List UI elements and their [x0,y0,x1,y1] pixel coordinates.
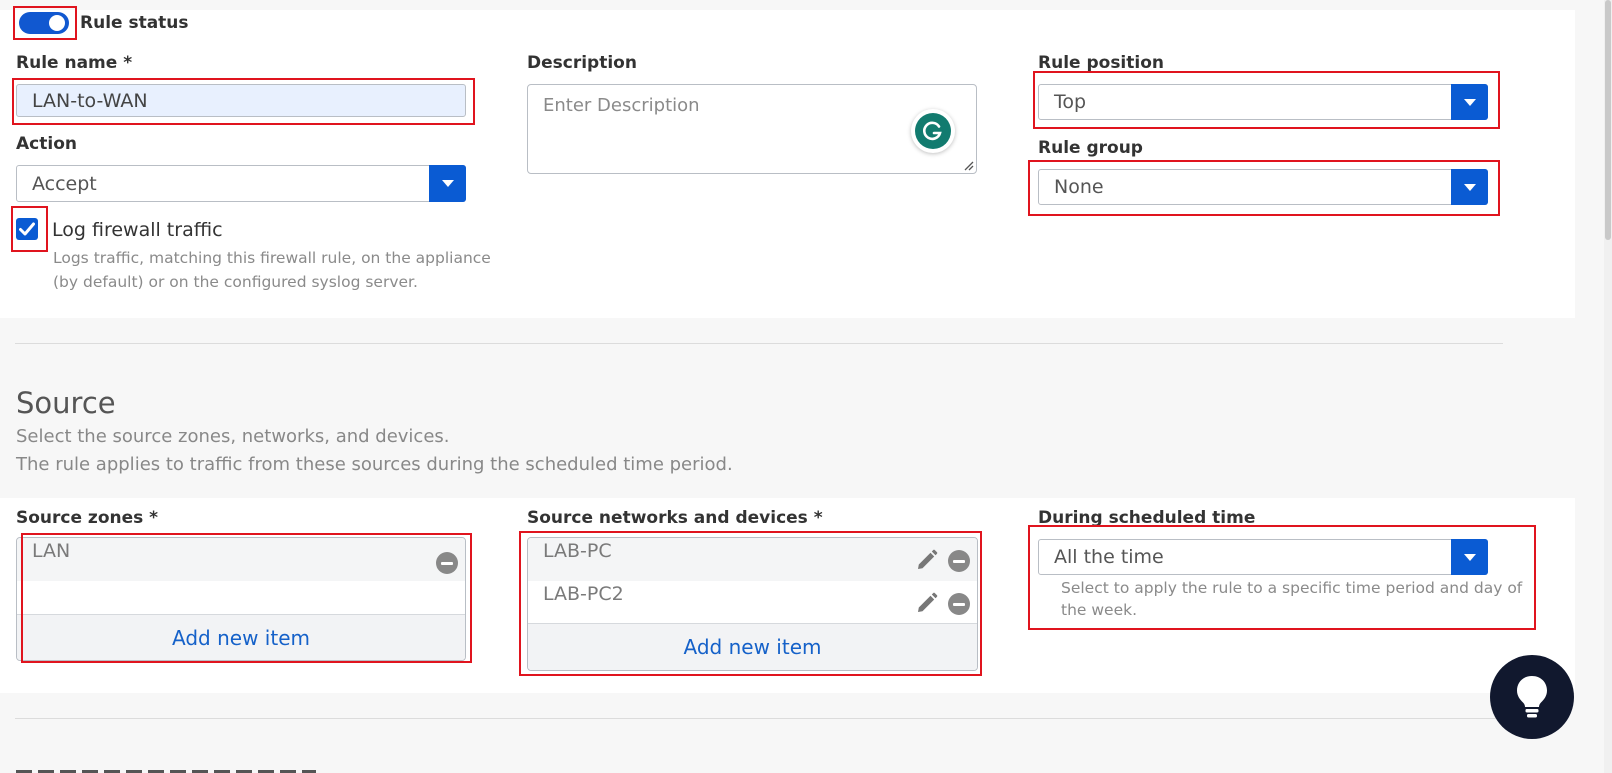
edit-icon[interactable] [915,591,939,615]
rule-group-dropdown-button[interactable] [1451,169,1488,205]
remove-icon[interactable] [948,550,970,572]
action-value: Accept [32,172,97,195]
rule-name-label: Rule name * [16,53,133,73]
source-zones-list: LAN Add new item [16,537,466,661]
rule-group-select[interactable]: None [1038,169,1488,205]
chevron-down-icon [1463,553,1476,561]
resize-handle-icon[interactable] [962,159,974,171]
chevron-down-icon [1463,98,1476,106]
description-label: Description [527,53,637,73]
source-zone-name: LAN [32,540,71,562]
remove-icon[interactable] [436,552,458,574]
log-traffic-help-line2: (by default) or on the configured syslog… [53,273,418,291]
rule-group-value: None [1054,176,1104,198]
action-select[interactable]: Accept [16,165,466,202]
section-divider [15,718,1503,719]
list-item: LAB-PC [528,538,977,581]
schedule-select[interactable]: All the time [1038,539,1488,575]
rule-position-dropdown-button[interactable] [1451,84,1488,120]
log-traffic-help-line1: Logs traffic, matching this firewall rul… [53,249,491,267]
add-zone-button[interactable]: Add new item [17,614,465,660]
rule-status-toggle[interactable] [19,12,69,34]
log-traffic-checkbox[interactable] [16,218,38,240]
add-network-button[interactable]: Add new item [528,623,977,670]
source-zones-label: Source zones * [16,508,159,528]
rule-group-label: Rule group [1038,138,1143,158]
edit-icon[interactable] [915,548,939,572]
grammarly-icon[interactable] [911,109,955,153]
log-traffic-label: Log firewall traffic [52,219,223,241]
schedule-help-line1: Select to apply the rule to a specific t… [1061,579,1523,597]
rule-position-select[interactable]: Top [1038,84,1488,120]
remove-icon[interactable] [948,593,970,615]
rule-name-input[interactable]: LAN-to-WAN [16,84,466,117]
toggle-knob [49,15,65,31]
source-networks-label: Source networks and devices * [527,508,823,528]
source-network-name: LAB-PC2 [543,583,624,605]
scrollbar-thumb[interactable] [1605,0,1611,240]
action-dropdown-button[interactable] [429,165,466,202]
chevron-down-icon [441,180,454,187]
checkmark-icon [19,222,35,236]
page-scrollbar[interactable] [1604,0,1612,773]
description-textarea[interactable]: Enter Description [527,84,977,174]
section-divider [15,343,1503,344]
source-section-desc-line1: Select the source zones, networks, and d… [16,426,450,447]
description-placeholder: Enter Description [543,95,700,116]
source-network-name: LAB-PC [543,540,612,562]
tips-lightbulb-button[interactable] [1490,655,1574,739]
rule-position-label: Rule position [1038,53,1164,73]
schedule-value: All the time [1054,546,1164,568]
action-label: Action [16,134,77,154]
lightbulb-icon [1517,676,1547,718]
schedule-label: During scheduled time [1038,508,1256,528]
source-section-desc-line2: The rule applies to traffic from these s… [16,454,733,475]
schedule-dropdown-button[interactable] [1451,539,1488,575]
rule-status-label: Rule status [80,13,189,33]
chevron-down-icon [1463,183,1476,191]
schedule-help-line2: the week. [1061,601,1138,619]
list-item: LAN [17,538,465,581]
source-section-title: Source [16,386,116,420]
next-section-title-partial [16,762,316,773]
source-networks-list: LAB-PC LAB-PC2 Add new item [527,537,978,671]
rule-position-value: Top [1054,91,1087,113]
list-item: LAB-PC2 [528,581,977,624]
